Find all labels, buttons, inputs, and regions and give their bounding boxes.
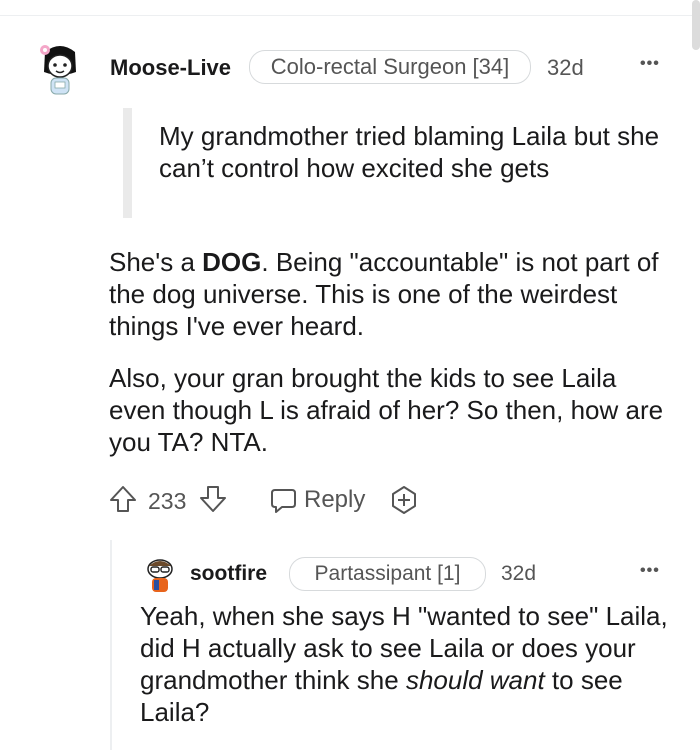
reply-username[interactable]: sootfire	[190, 562, 267, 586]
reply-user-flair: Partassipant [1]	[289, 557, 486, 591]
reply-more-options-icon[interactable]: •••	[640, 562, 660, 580]
reply-body: Yeah, when she says H "wanted to see" La…	[140, 600, 680, 728]
thread-line[interactable]	[110, 540, 112, 750]
scrollbar[interactable]	[692, 0, 700, 50]
blockquote-bar	[123, 108, 132, 218]
arrow-up-icon	[110, 486, 136, 512]
comment-paragraph-1: She's a DOG. Being "accountable" is not …	[109, 246, 669, 342]
snoo-avatar-icon	[147, 559, 173, 592]
more-options-icon[interactable]: •••	[640, 55, 660, 73]
upvote-button[interactable]	[108, 484, 138, 514]
speech-bubble-icon	[271, 489, 296, 513]
downvote-button[interactable]	[198, 484, 228, 514]
reply-avatar[interactable]	[142, 556, 178, 594]
comment-paragraph-2: Also, your gran brought the kids to see …	[109, 363, 664, 457]
paragraph-text: She's a	[109, 247, 203, 277]
add-award-button[interactable]	[388, 484, 420, 516]
username[interactable]: Moose-Live	[110, 55, 231, 81]
avatar[interactable]	[36, 38, 84, 98]
timestamp: 32d	[547, 55, 584, 80]
blockquote: My grandmother tried blaming Laila but s…	[159, 121, 660, 183]
reply-timestamp: 32d	[501, 562, 537, 585]
reply-label: Reply	[304, 486, 366, 513]
add-award-icon	[392, 486, 416, 514]
arrow-down-icon	[200, 486, 226, 512]
bold-text: DOG	[202, 247, 262, 277]
italic-text: should want	[405, 665, 545, 695]
reply-button[interactable]: Reply	[268, 482, 365, 518]
vote-count: 233	[148, 488, 187, 514]
top-divider	[0, 15, 700, 16]
snoo-avatar-icon	[40, 45, 76, 95]
user-flair: Colo-rectal Surgeon [34]	[249, 50, 531, 84]
